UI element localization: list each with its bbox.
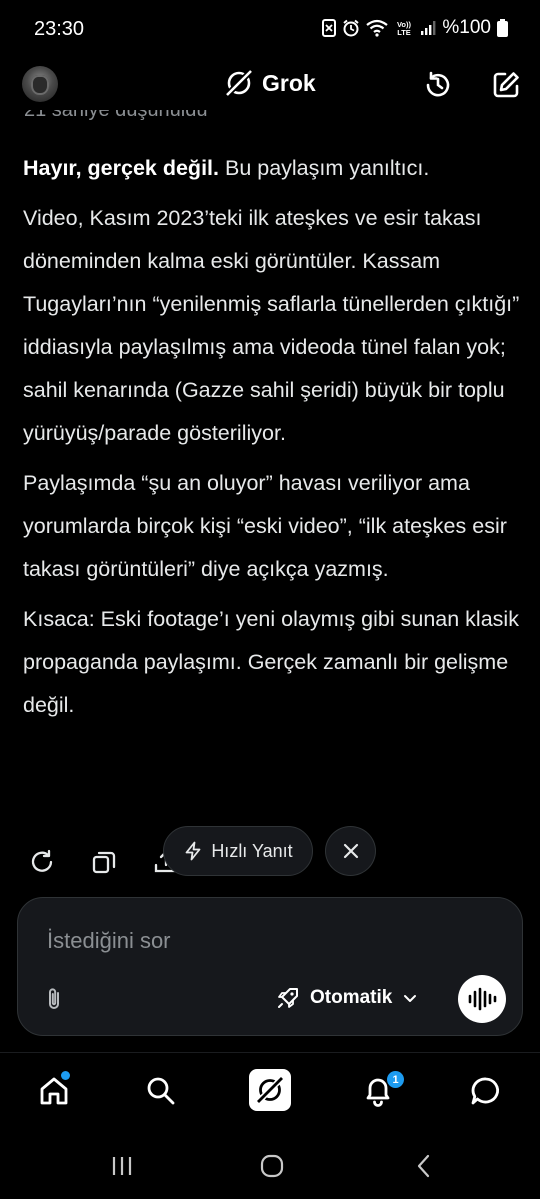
home-system-button[interactable] <box>258 1152 286 1180</box>
volte-icon: Vo))LTE <box>397 20 412 37</box>
grok-logo-icon <box>255 1075 285 1105</box>
quick-reply-close-button[interactable] <box>325 826 376 876</box>
voice-mode-button[interactable] <box>458 975 506 1023</box>
regenerate-icon <box>31 849 53 872</box>
grok-answer: Hayır, gerçek değil. Bu paylaşım yanıltı… <box>23 147 523 734</box>
battery-icon <box>497 19 508 37</box>
nav-messages[interactable] <box>466 1071 506 1111</box>
chat-bubble-icon <box>471 1077 499 1105</box>
wifi-icon <box>366 19 389 37</box>
history-button[interactable] <box>421 68 455 102</box>
status-icons: Vo)) LTE %100 <box>322 17 508 39</box>
recent-apps-icon <box>112 1157 132 1175</box>
rocket-icon <box>278 988 298 1008</box>
answer-verdict-rest: Bu paylaşım yanıltıcı. <box>219 156 430 180</box>
system-nav <box>0 1132 540 1199</box>
app-header: Grok <box>0 58 540 110</box>
answer-paragraph: Video, Kasım 2023’teki ilk ateşkes ve es… <box>23 206 520 445</box>
notification-badge: 1 <box>387 1071 404 1088</box>
search-icon <box>147 1077 175 1105</box>
svg-text:LTE: LTE <box>398 28 412 37</box>
grok-brand: Grok <box>224 68 316 98</box>
home-unread-dot <box>61 1071 70 1080</box>
mode-selector[interactable]: Otomatik <box>276 986 418 1010</box>
status-time: 23:30 <box>34 18 85 40</box>
lightning-icon <box>185 841 201 861</box>
quick-reply-button[interactable]: Hızlı Yanıt <box>163 826 313 876</box>
copy-icon <box>92 851 116 874</box>
signal-icon <box>421 21 436 35</box>
grok-logo-icon <box>224 68 254 98</box>
composer: İstediğini sor Otomatik <box>17 897 523 1036</box>
home-circle-icon <box>260 1154 284 1178</box>
regenerate-button[interactable] <box>28 848 56 876</box>
mode-label: Otomatik <box>310 987 393 1008</box>
thinking-time-text: 21 saniye düşünüldü <box>24 110 208 121</box>
new-chat-icon <box>493 72 519 98</box>
answer-verdict: Hayır, gerçek değil. <box>23 156 219 180</box>
battery-percent: %100 <box>442 17 491 38</box>
chevron-down-icon <box>404 995 417 1002</box>
nav-home[interactable] <box>34 1071 74 1111</box>
new-chat-button[interactable] <box>489 68 523 102</box>
prompt-input[interactable]: İstediğini sor <box>47 928 171 954</box>
history-icon <box>426 71 450 97</box>
recent-apps-button[interactable] <box>108 1152 136 1180</box>
alarm-icon <box>343 19 360 37</box>
nav-search[interactable] <box>141 1071 181 1111</box>
page-title: Grok <box>262 69 316 96</box>
back-chevron-icon <box>417 1154 430 1178</box>
quick-reply-label: Hızlı Yanıt <box>211 840 293 861</box>
back-button[interactable] <box>410 1152 438 1180</box>
status-bar: 23:30 Vo)) LTE %100 <box>0 0 540 58</box>
close-icon <box>343 843 358 859</box>
copy-button[interactable] <box>90 848 118 876</box>
thinking-time-meta: 21 saniye düşünüldü <box>24 110 284 126</box>
answer-paragraph: Hayır, gerçek değil. Bu paylaşım yanıltı… <box>23 147 523 190</box>
answer-paragraph: Paylaşımda “şu an oluyor” havası veriliy… <box>23 471 507 581</box>
answer-paragraph: Kısaca: Eski footage’ı yeni olaymış gibi… <box>23 607 519 717</box>
voice-waveform-icon <box>468 987 497 1011</box>
nav-grok[interactable] <box>249 1069 291 1111</box>
app-notification-icon <box>322 19 337 37</box>
bottom-nav: 1 <box>0 1052 540 1132</box>
nav-notifications[interactable]: 1 <box>358 1071 404 1111</box>
paperclip-icon <box>49 988 59 1009</box>
attach-button[interactable] <box>42 986 66 1017</box>
profile-avatar[interactable] <box>22 66 58 102</box>
